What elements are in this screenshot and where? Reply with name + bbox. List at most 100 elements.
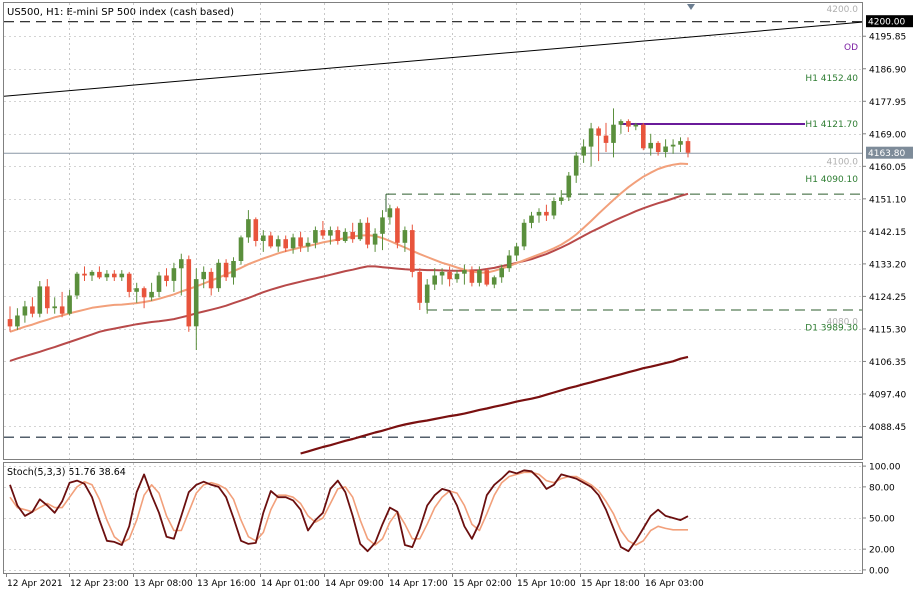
price-tick-label: 4106.35 — [869, 358, 906, 368]
price-box-4200-label: 4200.00 — [868, 18, 905, 28]
candle-body — [216, 262, 221, 289]
candle-body — [74, 273, 80, 296]
candle-body — [253, 219, 259, 241]
stoch-tick-label: 80.00 — [869, 483, 895, 493]
candle-body — [529, 215, 534, 223]
time-tick-label: 15 Apr 10:00 — [517, 579, 576, 589]
price-tick-label: 4115.30 — [869, 325, 906, 335]
current-price-label: 4163.80 — [868, 149, 905, 159]
candle-body — [596, 128, 601, 136]
candle-body — [410, 230, 415, 272]
price-tick-label: 4142.15 — [869, 228, 906, 238]
candle-body — [439, 271, 445, 276]
candle-body — [447, 271, 452, 280]
price-tick-label: 4124.25 — [869, 293, 906, 303]
level-od-label: OD — [844, 43, 858, 53]
stoch-tick-label: 0.00 — [869, 566, 889, 576]
stoch-tick-label: 50.00 — [869, 515, 895, 525]
candle-body — [171, 268, 177, 281]
candle-body — [588, 128, 594, 147]
time-tick-label: 13 Apr 08:00 — [134, 579, 193, 589]
price-tick-label: 4195.85 — [869, 33, 906, 43]
stoch-label: Stoch(5,3,3) 51.76 38.64 — [7, 467, 126, 478]
candle-body — [320, 230, 326, 236]
chart-svg: US500, H1: E-mini SP 500 index (cash bas… — [3, 2, 913, 589]
candle-body — [149, 291, 154, 298]
time-tick-label: 16 Apr 03:00 — [645, 579, 704, 589]
candle-body — [223, 262, 229, 278]
price-tick-label: 4177.95 — [869, 98, 906, 108]
candle-body — [67, 295, 72, 314]
candle-body — [395, 208, 400, 243]
candle-body — [156, 275, 162, 292]
candle-body — [477, 270, 482, 283]
candle-body — [97, 271, 102, 278]
time-tick-label: 13 Apr 16:00 — [197, 579, 256, 589]
level-d1-label: D1 3989.30 — [805, 324, 858, 334]
time-tick-label: 15 Apr 02:00 — [453, 579, 512, 589]
candle-body — [424, 284, 430, 303]
price-tick-label: 4088.45 — [869, 423, 906, 433]
candle-body — [22, 306, 28, 316]
candle-body — [573, 155, 579, 176]
level-h1-4121-label: H1 4121.70 — [805, 120, 858, 130]
candle-body — [514, 246, 519, 256]
candle-body — [611, 124, 616, 143]
candle-body — [231, 261, 236, 278]
candle-body — [417, 271, 422, 303]
level-h1-4090-label: H1 4090.10 — [805, 175, 858, 185]
candle-body — [655, 142, 661, 152]
candle-body — [313, 230, 318, 243]
candle-body — [45, 286, 50, 309]
candle-body — [402, 230, 408, 243]
candle-body — [238, 237, 244, 261]
price-tick-label: 4097.40 — [869, 391, 906, 401]
stoch-tick-label: 100.00 — [869, 463, 901, 473]
level-h1-4152-label: H1 4152.40 — [805, 74, 858, 84]
time-tick-label: 14 Apr 01:00 — [261, 579, 320, 589]
candle-body — [506, 255, 512, 269]
level-4200-faint-label: 4200.0 — [827, 5, 859, 15]
candle-body — [342, 231, 348, 241]
candle-body — [52, 306, 57, 309]
candle-body — [7, 319, 13, 327]
candle-body — [89, 271, 95, 276]
candle-body — [15, 315, 20, 327]
time-tick-label: 14 Apr 17:00 — [389, 579, 448, 589]
candle-body — [372, 233, 378, 245]
candle-body — [678, 141, 683, 145]
candle-body — [491, 277, 497, 285]
chart-title: US500, H1: E-mini SP 500 index (cash bas… — [7, 7, 234, 18]
candle-body — [469, 270, 475, 283]
candle-body — [484, 270, 490, 285]
candle-body — [626, 121, 631, 127]
price-tick-label: 4151.10 — [869, 195, 906, 205]
time-tick-label: 15 Apr 18:00 — [581, 579, 640, 589]
candle-body — [298, 237, 303, 247]
main-pane-frame — [3, 2, 863, 460]
price-tick-label: 4186.90 — [869, 65, 906, 75]
price-tick-label: 4160.05 — [869, 163, 906, 173]
candle-body — [246, 219, 251, 238]
candle-body — [603, 135, 609, 143]
candle-body — [30, 306, 35, 314]
candle-body — [350, 231, 355, 240]
level-4100-faint-label: 4100.0 — [827, 158, 859, 168]
candle-body — [536, 211, 542, 216]
candle-body — [581, 146, 586, 156]
stoch-pane-frame — [3, 462, 863, 574]
candle-body — [365, 222, 370, 245]
candle-body — [544, 211, 549, 216]
time-tick-label: 12 Apr 2021 — [7, 579, 63, 589]
candle-body — [387, 208, 393, 218]
candle-body — [633, 124, 639, 127]
candle-body — [462, 270, 467, 274]
candle-body — [201, 271, 206, 280]
candle-body — [164, 275, 169, 281]
candle-body — [499, 268, 504, 278]
candle-body — [618, 121, 624, 125]
candle-body — [663, 146, 668, 152]
candle-body — [290, 237, 296, 249]
candle-body — [432, 275, 437, 285]
candle-body — [179, 259, 184, 269]
